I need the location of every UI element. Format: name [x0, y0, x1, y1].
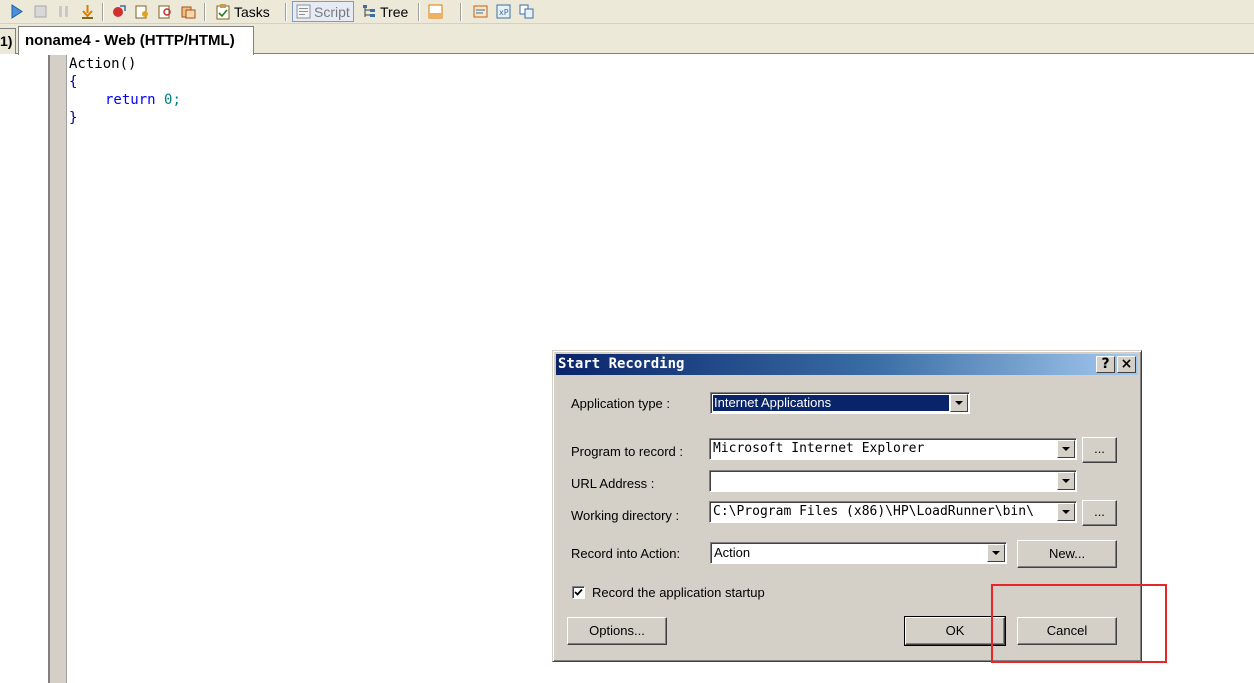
program-browse-button[interactable]: ... — [1082, 437, 1117, 463]
code-line-4[interactable]: } — [69, 109, 77, 127]
working-directory-value: C:\Program Files (x86)\HP\LoadRunner\bin… — [713, 504, 1034, 519]
cancel-button[interactable]: Cancel — [1017, 617, 1117, 645]
help-icon: ? — [1101, 356, 1110, 372]
code-line-1[interactable]: Action() — [69, 55, 136, 73]
script-view-button[interactable]: Script — [292, 1, 354, 22]
stop-icon[interactable] — [32, 3, 49, 20]
code-close-brace: } — [69, 110, 78, 126]
editor-gutter[interactable] — [50, 55, 67, 683]
tasks-icon — [216, 3, 230, 19]
step-icon[interactable] — [79, 3, 96, 20]
program-to-record-value: Microsoft Internet Explorer — [713, 441, 925, 456]
checkmark-icon — [574, 588, 583, 596]
program-to-record-select[interactable]: Microsoft Internet Explorer — [709, 438, 1077, 460]
script-view-icon — [296, 4, 311, 19]
tab-active-label: noname4 - Web (HTTP/HTML) — [25, 32, 235, 49]
comment-icon[interactable] — [472, 3, 489, 20]
toolbar-separator — [418, 3, 420, 21]
dialog-titlebar[interactable]: Start Recording ? × — [556, 354, 1138, 375]
tab-previous-label: 1) — [0, 33, 13, 49]
new-action-button[interactable]: New... — [1017, 540, 1117, 568]
working-directory-browse-label: ... — [1094, 504, 1105, 519]
help-button[interactable]: ? — [1096, 356, 1115, 373]
code-action-signature: Action() — [69, 56, 137, 72]
url-address-select[interactable] — [709, 470, 1077, 492]
program-browse-label: ... — [1094, 441, 1105, 456]
program-to-record-label: Program to record : — [571, 444, 683, 459]
working-directory-browse-button[interactable]: ... — [1082, 500, 1117, 526]
toolbar: Tasks Script Tree xP — [0, 0, 1254, 24]
chevron-down-icon[interactable] — [987, 544, 1005, 562]
url-address-value — [712, 473, 714, 489]
script-view-label: Script — [314, 3, 350, 20]
tasks-button[interactable]: Tasks — [213, 1, 273, 22]
toolbar-separator — [102, 3, 104, 21]
working-directory-select[interactable]: C:\Program Files (x86)\HP\LoadRunner\bin… — [709, 501, 1077, 523]
record-startup-label[interactable]: Record the application startup — [592, 585, 765, 601]
options-button[interactable]: Options... — [567, 617, 667, 645]
runtime-settings-icon[interactable] — [134, 3, 151, 20]
application-type-label: Application type : — [571, 396, 671, 411]
close-icon: × — [1120, 356, 1133, 372]
ok-button[interactable]: OK — [904, 616, 1006, 646]
code-return-keyword: return — [105, 92, 156, 108]
record-startup-checkbox[interactable] — [572, 586, 585, 599]
ok-label: OK — [945, 623, 965, 638]
record-into-action-label: Record into Action: — [571, 546, 681, 561]
chevron-down-icon[interactable] — [950, 394, 968, 412]
output-window-icon[interactable] — [427, 3, 444, 20]
chevron-down-icon[interactable] — [1057, 440, 1075, 458]
cancel-label: Cancel — [1046, 623, 1088, 638]
record-into-action-value: Action — [714, 545, 751, 560]
close-button[interactable]: × — [1117, 356, 1136, 373]
application-type-select[interactable]: Internet Applications — [710, 392, 970, 414]
application-type-value: Internet Applications — [713, 395, 949, 411]
tree-view-button[interactable]: Tree — [359, 1, 411, 22]
tree-view-label: Tree — [380, 3, 409, 20]
working-directory-label: Working directory : — [571, 508, 680, 523]
start-recording-dialog: Start Recording ? × Application type : I… — [552, 350, 1142, 662]
play-icon[interactable] — [8, 3, 25, 20]
options-label: Options... — [589, 623, 645, 638]
tree-view-icon — [363, 5, 375, 17]
tasks-label: Tasks — [234, 3, 270, 20]
url-address-label: URL Address : — [571, 476, 655, 491]
tab-previous-document[interactable]: 1) — [0, 28, 16, 54]
record-into-action-select[interactable]: Action — [710, 542, 1007, 564]
code-semicolon: ; — [172, 92, 181, 108]
breakpoint-icon[interactable] — [110, 3, 127, 20]
code-line-2[interactable]: { — [69, 73, 77, 91]
pause-icon[interactable] — [55, 3, 72, 20]
find-icon[interactable] — [157, 3, 174, 20]
toolbar-separator — [204, 3, 206, 21]
chevron-down-icon[interactable] — [1057, 503, 1075, 521]
new-action-label: New... — [1048, 546, 1086, 561]
toolbar-separator — [285, 3, 287, 21]
svg-text:xP: xP — [499, 8, 509, 17]
code-line-3[interactable]: return 0; — [105, 91, 181, 109]
snapshot-icon[interactable]: xP — [495, 3, 512, 20]
document-tab-bar: 1) noname4 - Web (HTTP/HTML) — [0, 24, 1254, 55]
chevron-down-icon[interactable] — [1057, 472, 1075, 490]
tab-noname4[interactable]: noname4 - Web (HTTP/HTML) — [18, 26, 254, 55]
code-open-brace: { — [69, 74, 78, 90]
copy-icon[interactable] — [518, 3, 535, 20]
dialog-title: Start Recording — [558, 356, 685, 372]
toolbar-separator — [460, 3, 462, 21]
parameter-icon[interactable] — [180, 3, 197, 20]
